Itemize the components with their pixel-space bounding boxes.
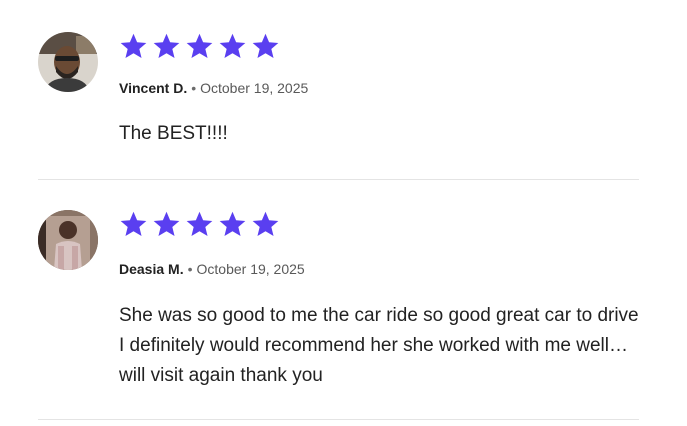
reviewer-avatar[interactable]: [38, 210, 98, 270]
star-rating: [118, 32, 281, 60]
star-icon: [219, 211, 246, 237]
review-item: Vincent D. • October 19, 2025 The BEST!!!!: [38, 32, 639, 150]
review-divider: [38, 419, 639, 420]
star-icon: [252, 33, 279, 59]
review-date: October 19, 2025: [200, 80, 309, 96]
reviewer-name[interactable]: Vincent D.: [119, 80, 187, 96]
star-icon: [120, 211, 147, 237]
star-icon: [186, 33, 213, 59]
review-divider: [38, 179, 639, 180]
reviewer-name[interactable]: Deasia M.: [119, 261, 184, 277]
review-date: October 19, 2025: [196, 261, 305, 277]
review-meta: Vincent D. • October 19, 2025: [119, 80, 308, 96]
meta-separator: •: [187, 261, 193, 277]
star-icon: [252, 211, 279, 237]
reviewer-avatar[interactable]: [38, 32, 98, 92]
star-rating: [118, 210, 281, 238]
meta-separator: •: [191, 80, 197, 96]
review-text: The BEST!!!!: [119, 123, 228, 144]
star-icon: [219, 33, 246, 59]
star-icon: [153, 211, 180, 237]
review-text: She was so good to me the car ride so go…: [119, 305, 639, 386]
star-icon: [153, 33, 180, 59]
star-icon: [120, 33, 147, 59]
review-item: Deasia M. • October 19, 2025 She was so go…: [38, 210, 639, 400]
review-meta: Deasia M. • October 19, 2025: [119, 261, 305, 277]
star-icon: [186, 211, 213, 237]
